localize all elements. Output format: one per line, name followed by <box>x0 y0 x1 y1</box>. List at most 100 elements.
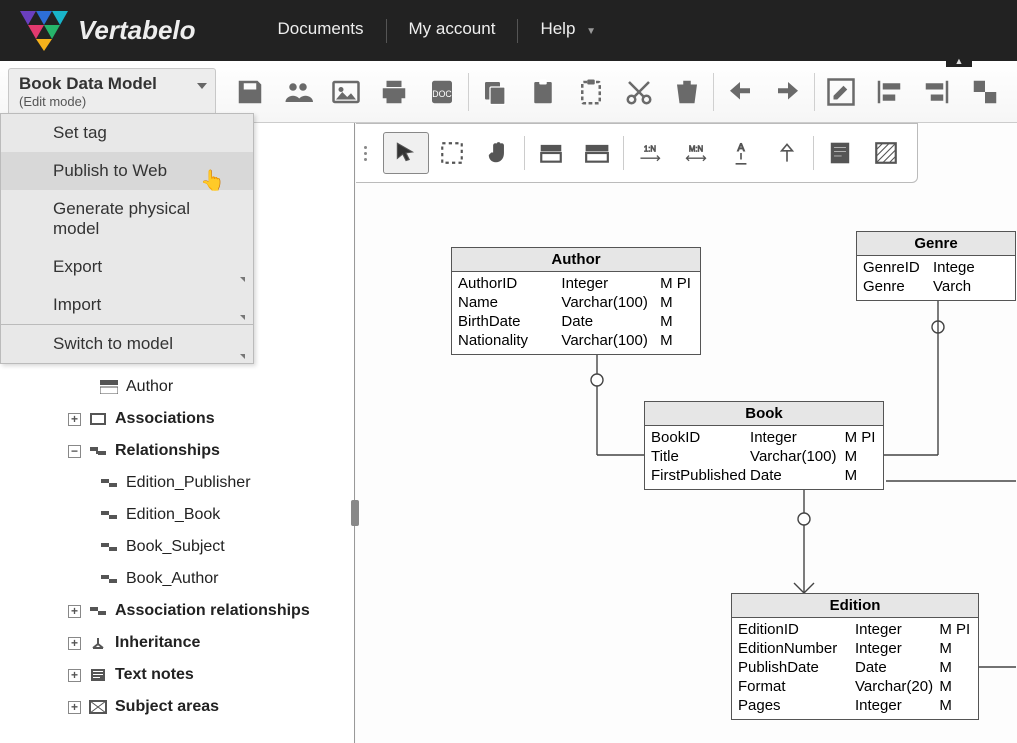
undo-button[interactable] <box>716 68 764 116</box>
edit-button[interactable] <box>817 68 865 116</box>
submenu-caret-icon <box>240 354 245 359</box>
paste-button[interactable] <box>519 68 567 116</box>
expand-icon[interactable]: + <box>68 605 81 618</box>
pencil-square-icon <box>826 77 856 107</box>
dd-switch-to-model[interactable]: Switch to model <box>1 325 253 363</box>
save-button[interactable] <box>226 68 274 116</box>
one-n-icon: 1:N <box>637 140 663 166</box>
model-menu-button[interactable]: Book Data Model (Edit mode) <box>8 68 216 116</box>
nav-documents[interactable]: Documents <box>256 19 386 43</box>
entity-edition[interactable]: Edition EditionIDIntegerM PI EditionNumb… <box>731 593 979 720</box>
tree-leaf-edition-publisher[interactable]: Edition_Publisher <box>32 467 354 499</box>
entity-body: EditionIDIntegerM PI EditionNumberIntege… <box>732 618 978 719</box>
tool-marquee[interactable] <box>429 132 475 174</box>
redo-button[interactable] <box>764 68 812 116</box>
tree-group-associations[interactable]: +Associations <box>32 403 354 435</box>
hand-icon <box>485 140 511 166</box>
logo-icon <box>20 11 68 51</box>
svg-text:M:N: M:N <box>688 144 702 153</box>
rel-icon <box>89 444 107 458</box>
tree-leaf-book-author[interactable]: Book_Author <box>32 563 354 595</box>
brand-logo[interactable]: Vertabelo <box>20 11 196 51</box>
nav-help[interactable]: Help ▼ <box>518 19 618 43</box>
tree-group-text-notes[interactable]: +Text notes <box>32 659 354 691</box>
inherit-up-icon <box>774 140 800 166</box>
top-nav: Vertabelo Documents My account Help ▼ <box>0 0 1017 61</box>
tool-pan[interactable] <box>475 132 521 174</box>
entity-title: Genre <box>857 232 1015 256</box>
dd-export[interactable]: Export <box>1 248 253 286</box>
submenu-caret-icon <box>240 315 245 320</box>
tool-note[interactable] <box>817 132 863 174</box>
expand-icon[interactable]: + <box>68 413 81 426</box>
share-button[interactable] <box>274 68 322 116</box>
dd-import[interactable]: Import <box>1 286 253 324</box>
cut-button[interactable] <box>615 68 663 116</box>
print-button[interactable] <box>370 68 418 116</box>
dd-generate-physical-model[interactable]: Generate physical model <box>1 190 253 248</box>
panel-collapse-tab[interactable]: ▲ <box>946 55 972 67</box>
doc-button[interactable]: DOC <box>418 68 466 116</box>
align-left-button[interactable] <box>865 68 913 116</box>
tool-inherit-up[interactable] <box>764 132 810 174</box>
entity-genre[interactable]: Genre GenreIDIntege GenreVarch <box>856 231 1016 301</box>
expand-icon[interactable]: + <box>68 637 81 650</box>
arrange-icon <box>970 77 1000 107</box>
image-icon <box>331 77 361 107</box>
model-title: Book Data Model <box>19 74 205 94</box>
table-icon <box>538 140 564 166</box>
entity-body: AuthorIDIntegerM PI NameVarchar(100)M Bi… <box>452 272 700 354</box>
nav-my-account[interactable]: My account <box>387 19 518 43</box>
tree-leaf-author[interactable]: Author <box>32 371 354 403</box>
expand-icon[interactable]: + <box>68 669 81 682</box>
entity-body: GenreIDIntege GenreVarch <box>857 256 1015 300</box>
tool-table-alt[interactable] <box>574 132 620 174</box>
collapse-icon[interactable]: − <box>68 445 81 458</box>
tree-group-subject-areas[interactable]: +Subject areas <box>32 691 354 723</box>
svg-text:1:N: 1:N <box>644 144 656 153</box>
note-icon <box>827 140 853 166</box>
copy-button[interactable] <box>471 68 519 116</box>
image-button[interactable] <box>322 68 370 116</box>
rel-icon <box>100 572 118 586</box>
tree-leaf-book-subject[interactable]: Book_Subject <box>32 531 354 563</box>
hatch-area-icon <box>873 140 899 166</box>
delete-button[interactable] <box>663 68 711 116</box>
marquee-icon <box>439 140 465 166</box>
users-icon <box>283 77 313 107</box>
tool-area[interactable] <box>863 132 909 174</box>
align-left-icon <box>874 77 904 107</box>
tool-table[interactable] <box>528 132 574 174</box>
svg-text:DOC: DOC <box>432 89 451 99</box>
tool-pointer[interactable] <box>383 132 429 174</box>
note-icon <box>89 668 107 682</box>
dd-set-tag[interactable]: Set tag <box>1 114 253 152</box>
arrange-button[interactable] <box>961 68 1009 116</box>
align-right-button[interactable] <box>913 68 961 116</box>
diagram-canvas[interactable]: 1:N M:N A Author AuthorIDIntegerM PI Nam… <box>356 123 1017 743</box>
entity-author[interactable]: Author AuthorIDIntegerM PI NameVarchar(1… <box>451 247 701 355</box>
copy-icon <box>480 77 510 107</box>
trash-icon <box>672 77 702 107</box>
tree-group-relationships[interactable]: −Relationships <box>32 435 354 467</box>
expand-icon[interactable]: + <box>68 701 81 714</box>
tool-inherit[interactable]: A <box>719 132 765 174</box>
m-n-icon: M:N <box>683 140 709 166</box>
clipboard-dashed-icon <box>576 77 606 107</box>
submenu-caret-icon <box>240 277 245 282</box>
tool-onetoN[interactable]: 1:N <box>627 132 673 174</box>
canvas-toolbar: 1:N M:N A <box>356 123 918 183</box>
entity-book[interactable]: Book BookIDIntegerM PI TitleVarchar(100)… <box>644 401 884 490</box>
tool-MtoN[interactable]: M:N <box>673 132 719 174</box>
tree-group-inheritance[interactable]: +Inheritance <box>32 627 354 659</box>
entity-title: Book <box>645 402 883 426</box>
topnav-menu: Documents My account Help ▼ <box>256 19 619 43</box>
entity-title: Author <box>452 248 700 272</box>
splitter-handle[interactable] <box>351 500 359 526</box>
tree-leaf-edition-book[interactable]: Edition_Book <box>32 499 354 531</box>
assoc-icon <box>89 412 107 426</box>
entity-title: Edition <box>732 594 978 618</box>
inherit-icon <box>89 636 107 650</box>
tree-group-assoc-rel[interactable]: +Association relationships <box>32 595 354 627</box>
paste-special-button[interactable] <box>567 68 615 116</box>
